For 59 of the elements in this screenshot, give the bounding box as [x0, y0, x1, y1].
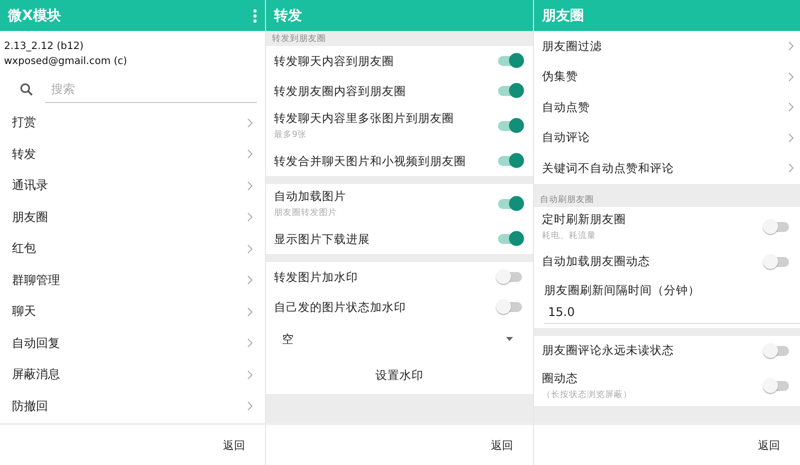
menu-item[interactable]: 转发: [0, 138, 265, 170]
setting-label: 自己发的图片状态加水印: [274, 300, 406, 314]
setting-label: 转发朋友圈内容到朋友圈: [274, 84, 406, 98]
setting-label: 显示图片下载进展: [274, 232, 370, 246]
settings-item[interactable]: 自动评论: [534, 122, 800, 153]
settings-item[interactable]: 伪集赞: [534, 62, 800, 92]
chevron-right-icon: [247, 118, 253, 128]
chevron-right-icon: [247, 149, 253, 160]
menu-item[interactable]: 朋友圈: [0, 202, 265, 233]
more-menu-icon[interactable]: [253, 8, 257, 22]
setting-label: 圈动态: [542, 370, 579, 386]
settings-item[interactable]: 关键词不自动点赞和评论: [534, 153, 800, 184]
setting-label: 朋友圈刷新间隔时间（分钟）: [544, 282, 701, 298]
dropdown-arrow-icon: [506, 337, 513, 341]
menu-item[interactable]: 聊天: [0, 296, 265, 328]
setting-summary: 最多9张: [274, 129, 308, 141]
back-button[interactable]: 返回: [221, 436, 247, 454]
menu-item[interactable]: 通讯录: [0, 170, 265, 202]
setting-label: 自动加载图片: [274, 189, 346, 204]
chevron-right-icon: [247, 401, 253, 412]
chevron-right-icon: [247, 244, 253, 254]
chevron-right-icon: [788, 102, 794, 112]
menu-item[interactable]: 群聊管理: [0, 264, 265, 296]
setting-summary: （长按状态浏览屏蔽）: [542, 388, 632, 400]
app-title: 微X模块: [8, 6, 61, 24]
chevron-right-icon: [247, 370, 253, 380]
chevron-right-icon: [247, 306, 253, 317]
search-icon: [20, 82, 33, 96]
chevron-right-icon: [247, 275, 253, 286]
menu-item[interactable]: 屏蔽消息: [0, 359, 265, 390]
version-text: 2.13_2.12 (b12): [4, 40, 85, 54]
setting-summary: 朋友圈转发图片: [274, 207, 338, 219]
back-button[interactable]: 返回: [756, 436, 782, 454]
setting-label: 转发聊天内容到朋友圈: [274, 54, 394, 68]
setting-label: 转发图片加水印: [274, 270, 358, 284]
setting-label: 转发合并聊天图片和小视频到朋友圈: [274, 154, 466, 168]
setting-summary: 耗电、耗流量: [542, 230, 597, 242]
chevron-right-icon: [247, 180, 253, 191]
setting-label: 朋友圈评论永远未读状态: [542, 343, 674, 358]
menu-item[interactable]: 打赏: [0, 107, 265, 138]
chevron-right-icon: [788, 132, 794, 143]
dropdown[interactable]: 空: [266, 322, 533, 356]
settings-item[interactable]: 自动点赞: [534, 92, 800, 122]
screen-title: 转发: [274, 6, 302, 24]
setting-label: 自动加载朋友圈动态: [542, 254, 650, 269]
setting-label: 定时刷新朋友圈: [542, 212, 626, 226]
back-button[interactable]: 返回: [489, 436, 515, 454]
setting-label: 转发聊天内容里多张图片到朋友圈: [274, 111, 454, 126]
chevron-right-icon: [247, 212, 253, 222]
settings-item[interactable]: 朋友圈过滤: [534, 31, 800, 62]
chevron-right-icon: [788, 41, 794, 52]
email-text: wxposed@gmail.com (c): [4, 55, 128, 69]
chevron-right-icon: [788, 163, 794, 174]
screen-title: 朋友圈: [542, 6, 584, 24]
menu-item[interactable]: 防撤回: [0, 390, 265, 422]
menu-item[interactable]: 自动回复: [0, 328, 265, 359]
chevron-right-icon: [247, 338, 253, 348]
chevron-right-icon: [788, 72, 794, 82]
menu-item[interactable]: 红包: [0, 233, 265, 264]
